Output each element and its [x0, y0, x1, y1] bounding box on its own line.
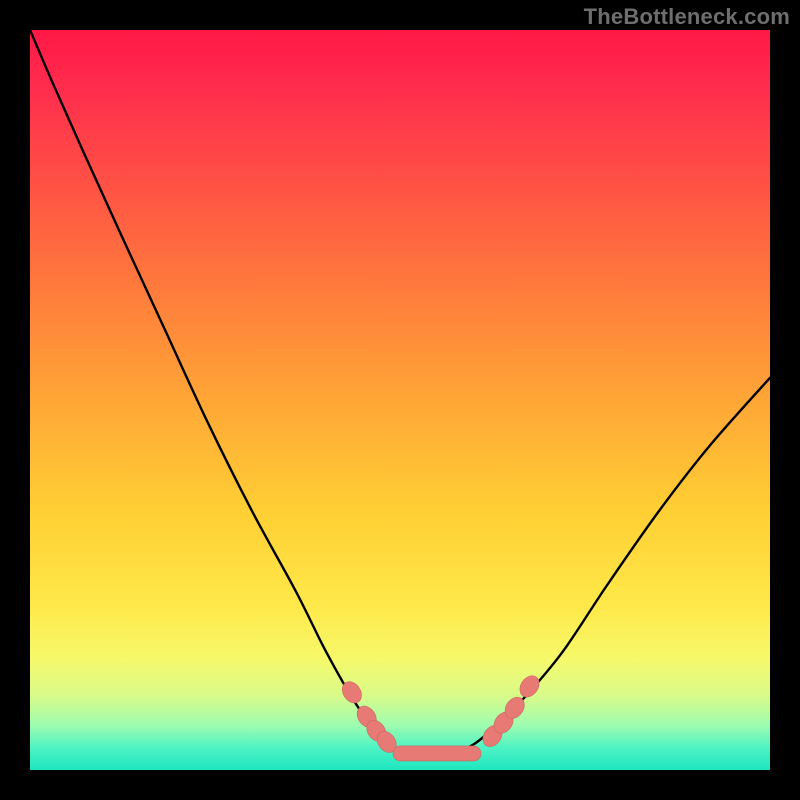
data-marker — [363, 716, 390, 745]
curve-layer — [30, 30, 770, 770]
data-marker — [393, 746, 481, 761]
data-marker — [490, 708, 517, 737]
data-markers — [338, 672, 543, 761]
data-marker — [338, 678, 365, 707]
outer-frame: TheBottleneck.com — [0, 0, 800, 800]
data-marker — [501, 694, 528, 723]
bottleneck-curve — [30, 30, 770, 755]
data-marker — [479, 722, 506, 751]
data-marker — [373, 728, 400, 757]
data-marker — [516, 672, 543, 701]
gradient-plot-area — [30, 30, 770, 770]
data-marker — [353, 702, 380, 731]
watermark-label: TheBottleneck.com — [584, 4, 790, 30]
